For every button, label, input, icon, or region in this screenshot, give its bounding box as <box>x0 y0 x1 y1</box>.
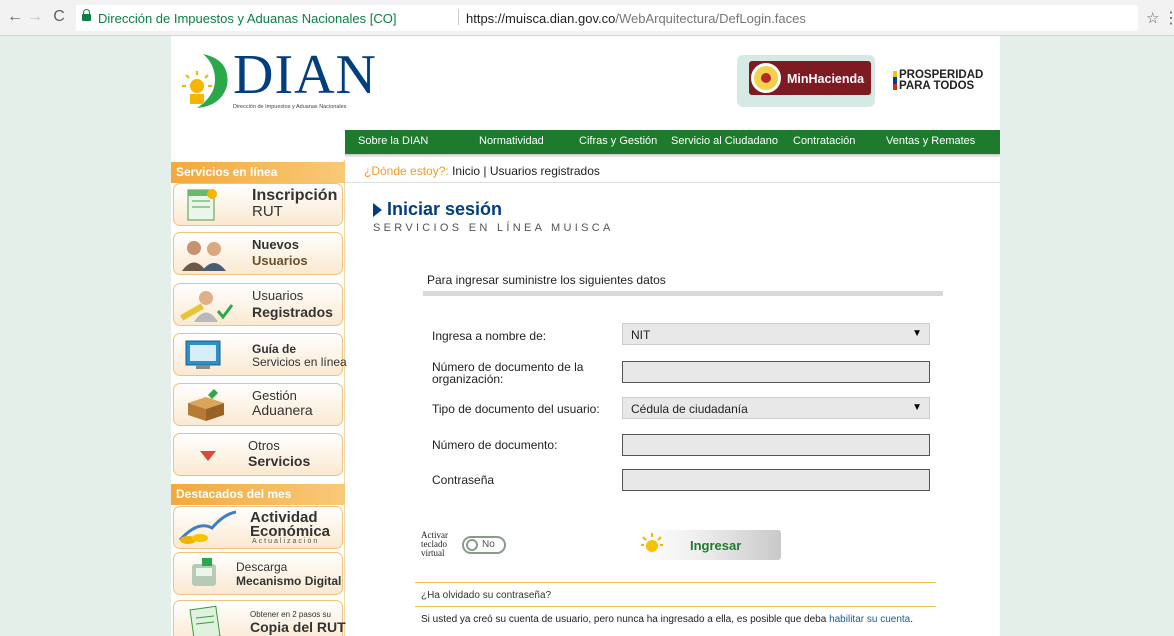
dian-sun-logo-icon[interactable] <box>181 52 231 110</box>
sidebar-section-online: Servicios en línea <box>171 162 345 183</box>
password-label: Contraseña <box>432 473 495 487</box>
rut-form-icon <box>187 189 217 221</box>
sidebar-item-label-1: Gestión <box>252 388 297 403</box>
forgot-divider-bottom <box>415 606 936 607</box>
featured-descarga-mecanismo[interactable]: Descarga Mecanismo Digital <box>173 552 343 595</box>
coat-of-arms-icon <box>751 63 781 93</box>
toggle-knob <box>466 539 478 551</box>
ingresar-button[interactable]: Ingresar <box>636 530 781 560</box>
sidebar-item-label-2: RUT <box>252 203 283 220</box>
minhacienda-label: MinHacienda <box>787 72 865 86</box>
sidebar-item-guia-servicios[interactable]: Guía de Servicios en línea <box>173 333 347 376</box>
bookmark-star-icon[interactable]: ☆ <box>1146 9 1159 27</box>
page-title: Iniciar sesión <box>387 199 503 219</box>
tipo-doc-label: Tipo de documento del usuario: <box>432 402 600 416</box>
nav-contratacion[interactable]: Contratación <box>793 135 855 147</box>
nav-ventas-y-remates[interactable]: Ventas y Remates <box>886 135 975 147</box>
sidebar-item-label-1: Otros <box>248 438 280 453</box>
back-icon[interactable]: ← <box>6 8 24 26</box>
form-intro: Para ingresar suministre los siguientes … <box>427 273 666 287</box>
featured-label-3: Actualización <box>252 538 320 545</box>
browser-toolbar: ← → C Dirección de Impuestos y Aduanas N… <box>0 0 1174 36</box>
economic-growth-icon <box>178 510 237 544</box>
featured-label-1: Descarga <box>236 560 288 574</box>
numdoc-input[interactable] <box>622 434 930 456</box>
new-users-icon <box>182 241 226 271</box>
forward-icon[interactable]: → <box>26 8 44 26</box>
sidebar-item-usuarios-registrados[interactable]: Usuarios Registrados <box>173 283 343 326</box>
breadcrumb-divider <box>345 182 1000 183</box>
logo-subtext: Dirección de Impuestos y Aduanas Naciona… <box>233 104 347 110</box>
featured-label-2: Mecanismo Digital <box>236 574 342 588</box>
browser-menu-icon[interactable]: ⋮ <box>1163 8 1174 28</box>
numdoc-org-label: Número de documento de la organización: <box>432 360 584 386</box>
sidebar-item-label-2: Servicios <box>248 453 311 469</box>
featured-actividad-economica[interactable]: Actividad Económica Actualización <box>173 506 343 549</box>
virtual-keyboard-toggle[interactable]: No <box>462 536 506 554</box>
sidebar-item-gestion-aduanera[interactable]: Gestión Aduanera <box>173 383 343 426</box>
sidebar-item-label-1: Nuevos <box>252 237 299 252</box>
registered-users-icon <box>180 291 234 322</box>
nav-normatividad[interactable]: Normatividad <box>479 135 544 147</box>
address-bar[interactable]: Dirección de Impuestos y Aduanas Naciona… <box>76 5 1138 31</box>
enable-account-link[interactable]: habilitar su cuenta <box>829 614 910 625</box>
sidebar-item-label-2: Servicios en línea <box>252 355 347 369</box>
featured-copia-rut[interactable]: Obtener en 2 pasos su Copia del RUT <box>173 600 346 636</box>
nav-cifras-y-gestion[interactable]: Cifras y Gestión <box>579 135 657 147</box>
minhacienda-banner[interactable]: MinHacienda <box>737 55 875 107</box>
tipo-doc-select-value: Cédula de ciudadanía <box>631 402 748 416</box>
guide-monitor-icon <box>185 340 221 369</box>
ingresar-label: Ingresar <box>690 538 742 553</box>
sidebar-item-label-1: Inscripción <box>252 187 338 204</box>
forgot-password-link[interactable]: ¿Ha olvidado su contraseña? <box>421 590 551 601</box>
breadcrumb-current[interactable]: Inicio | Usuarios registrados <box>452 164 600 178</box>
sidebar: Servicios en línea Inscripción RUT Nuevo… <box>171 160 347 636</box>
virtual-keyboard-label: Activar teclado virtual <box>421 530 448 558</box>
url-separator <box>458 9 459 25</box>
title-arrow-icon <box>373 203 382 217</box>
numdoc-label: Número de documento: <box>432 438 558 452</box>
sidebar-item-label-2: Registrados <box>252 304 333 320</box>
url-text[interactable]: https://muisca.dian.gov.co/WebArquitectu… <box>466 11 806 26</box>
forgot-divider-top <box>415 582 936 583</box>
sidebar-item-otros-servicios[interactable]: Otros Servicios <box>173 433 343 476</box>
rut-copy-icon <box>189 605 221 636</box>
toggle-text: No <box>482 539 495 550</box>
nombre-select-value: NIT <box>631 328 651 342</box>
featured-label-2: Copia del RUT <box>250 619 346 635</box>
colombia-flag-stripe-icon <box>893 71 897 90</box>
reload-icon[interactable]: C <box>50 8 68 26</box>
customs-box-icon <box>188 389 224 421</box>
sidebar-item-label-2: Aduanera <box>252 402 313 418</box>
breadcrumb: ¿Dónde estoy?: Inicio | Usuarios registr… <box>364 164 600 178</box>
nav-sobre-la-dian[interactable]: Sobre la DIAN <box>358 135 428 147</box>
account-note: Si usted ya creó su cuenta de usuario, p… <box>421 614 914 625</box>
dropdown-arrow-icon: ▼ <box>912 402 922 413</box>
page: DIAN Dirección de Impuestos y Aduanas Na… <box>171 36 1000 636</box>
nav-servicio-al-ciudadano[interactable]: Servicio al Ciudadano <box>671 135 778 147</box>
sun-icon <box>641 533 663 552</box>
nombre-label: Ingresa a nombre de: <box>432 329 547 343</box>
lock-icon <box>82 9 91 22</box>
sidebar-item-label-2: Usuarios <box>252 253 308 268</box>
top-navigation: Sobre la DIAN Normatividad Cifras y Gest… <box>345 130 1000 158</box>
chevron-down-icon <box>200 451 216 461</box>
digital-token-icon <box>192 558 216 586</box>
sidebar-item-nuevos-usuarios[interactable]: Nuevos Usuarios <box>173 232 343 275</box>
numdoc-org-input[interactable] <box>622 361 930 383</box>
form-intro-divider <box>423 291 943 296</box>
tipo-doc-select[interactable]: Cédula de ciudadanía ▼ <box>622 397 930 419</box>
page-subtitle: SERVICIOS EN LÍNEA MUISCA <box>373 222 614 234</box>
site-identity: Dirección de Impuestos y Aduanas Naciona… <box>98 11 397 26</box>
sidebar-item-label-1: Usuarios <box>252 288 304 303</box>
password-input[interactable] <box>622 469 930 491</box>
sidebar-section-featured: Destacados del mes <box>171 484 345 505</box>
site-header: DIAN Dirección de Impuestos y Aduanas Na… <box>171 36 1000 130</box>
dropdown-arrow-icon: ▼ <box>912 328 922 339</box>
nombre-select[interactable]: NIT ▼ <box>622 323 930 345</box>
breadcrumb-question: ¿Dónde estoy?: <box>364 164 449 178</box>
sidebar-item-inscripcion-rut[interactable]: Inscripción RUT <box>173 183 343 226</box>
logo-text[interactable]: DIAN <box>233 42 377 108</box>
